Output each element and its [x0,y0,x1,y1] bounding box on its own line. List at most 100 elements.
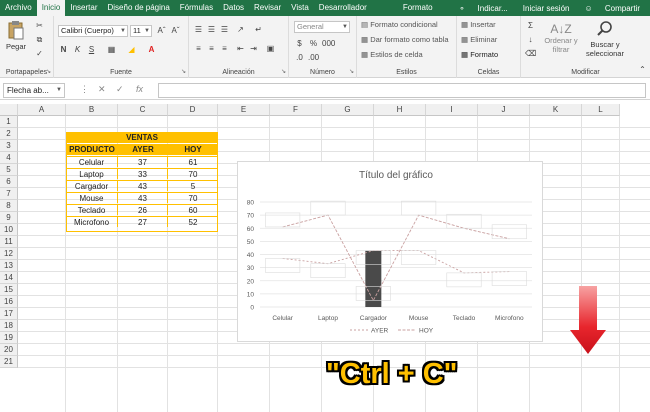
font-color-icon[interactable]: A [146,44,157,55]
tab-datos[interactable]: Datos [218,0,249,16]
cell-styles-button[interactable]: ▦ Estilos de celda [361,50,423,59]
clipboard-launcher-icon[interactable]: ↘ [46,68,51,75]
find-select-button[interactable]: Buscar y seleccionar [583,20,627,58]
row-header-19[interactable]: 19 [0,332,18,344]
row-header-10[interactable]: 10 [0,224,18,236]
line-chart[interactable]: Título del gráfico 0 10 20 30 40 50 60 70 80 Celul… [237,161,543,342]
row-header-21[interactable]: 21 [0,356,18,368]
insert-cells-button[interactable]: ▦ Insertar [461,20,496,29]
row-header-17[interactable]: 17 [0,308,18,320]
confirm-icon[interactable]: ✓ [116,84,124,95]
orientation-icon[interactable]: ↗ [235,24,246,35]
row-header-1[interactable]: 1 [0,116,18,128]
row-header-12[interactable]: 12 [0,248,18,260]
signin-link[interactable]: Iniciar sesión [518,4,575,13]
wrap-text-icon[interactable]: ↵ [253,24,264,35]
cancel-icon[interactable]: ✕ [98,84,106,95]
align-middle-icon[interactable]: ☰ [206,24,217,35]
tell-me-box[interactable]: ⚬ Indicar... [449,4,518,13]
align-bottom-icon[interactable]: ☰ [219,24,230,35]
function-icon[interactable]: fx [136,84,143,94]
decrease-indent-icon[interactable]: ⇤ [235,43,246,54]
align-center-icon[interactable]: ≡ [206,43,217,54]
tab-insertar[interactable]: Insertar [65,0,102,16]
decrease-font-icon[interactable]: Aˇ [170,25,181,36]
merge-center-icon[interactable]: ▣ [265,43,276,54]
align-right-icon[interactable]: ≡ [219,43,230,54]
name-box[interactable]: Flecha ab... ▼ [3,83,65,98]
tab-archivo[interactable]: Archivo [0,0,37,16]
column-header-a[interactable]: A [18,104,66,116]
thousands-icon[interactable]: 000 [322,38,335,49]
align-left-icon[interactable]: ≡ [193,43,204,54]
row-header-16[interactable]: 16 [0,296,18,308]
tab-desarrollador[interactable]: Desarrollador [314,0,372,16]
row-header-3[interactable]: 3 [0,140,18,152]
column-header-h[interactable]: H [374,104,426,116]
increase-font-icon[interactable]: Aˆ [156,25,167,36]
column-header-e[interactable]: E [218,104,270,116]
row-header-6[interactable]: 6 [0,176,18,188]
font-launcher-icon[interactable]: ↘ [181,68,186,75]
tab-diseno-pagina[interactable]: Diseño de página [103,0,175,16]
clear-icon[interactable]: ⌫ [525,48,536,59]
row-header-8[interactable]: 8 [0,200,18,212]
select-all-corner[interactable] [0,104,18,116]
copy-icon[interactable]: ⧉ [34,34,45,45]
row-header-15[interactable]: 15 [0,284,18,296]
fill-icon[interactable]: ↓ [525,34,536,45]
column-header-f[interactable]: F [270,104,322,116]
column-header-d[interactable]: D [168,104,218,116]
row-header-2[interactable]: 2 [0,128,18,140]
formula-input[interactable] [158,83,646,98]
alignment-launcher-icon[interactable]: ↘ [281,68,286,75]
row-header-9[interactable]: 9 [0,212,18,224]
table-format-button[interactable]: ▦ Dar formato como tabla [361,35,449,44]
format-painter-icon[interactable]: ✓ [34,48,45,59]
column-header-c[interactable]: C [118,104,168,116]
row-header-13[interactable]: 13 [0,260,18,272]
row-header-18[interactable]: 18 [0,320,18,332]
row-header-11[interactable]: 11 [0,236,18,248]
font-name-select[interactable]: Calibri (Cuerpo) ▼ [58,25,128,37]
column-header-k[interactable]: K [530,104,582,116]
row-header-4[interactable]: 4 [0,152,18,164]
sort-filter-button[interactable]: A↓Z Ordenar y filtrar [541,22,581,54]
tab-vista[interactable]: Vista [286,0,314,16]
tab-formulas[interactable]: Fórmulas [175,0,218,16]
row-header-7[interactable]: 7 [0,188,18,200]
column-header-b[interactable]: B [66,104,118,116]
tab-inicio[interactable]: Inicio [36,0,66,16]
increase-indent-icon[interactable]: ⇥ [248,43,259,54]
decrease-decimal-icon[interactable]: .00 [308,52,319,63]
column-header-g[interactable]: G [322,104,374,116]
autosum-icon[interactable]: Σ [525,20,536,31]
collapse-ribbon-icon[interactable]: ⌃ [637,64,648,75]
borders-icon[interactable]: ▦ [106,44,117,55]
cut-icon[interactable]: ✂ [34,20,45,31]
column-header-j[interactable]: J [478,104,530,116]
delete-cells-button[interactable]: ▦ Eliminar [461,35,497,44]
italic-icon[interactable]: K [72,44,83,55]
align-top-icon[interactable]: ☰ [193,24,204,35]
tab-formato-contextual[interactable]: Formato [398,0,438,16]
fill-color-icon[interactable]: ◢ [126,44,137,55]
row-header-20[interactable]: 20 [0,344,18,356]
paste-button[interactable]: Pegar [3,20,29,51]
number-launcher-icon[interactable]: ↘ [349,68,354,75]
currency-icon[interactable]: $ [294,38,305,49]
bold-icon[interactable]: N [58,44,69,55]
column-header-l[interactable]: L [582,104,620,116]
share-button[interactable]: ☺ Compartir [574,4,650,13]
format-cells-button[interactable]: ▦ Formato [461,50,498,59]
row-header-5[interactable]: 5 [0,164,18,176]
font-size-select[interactable]: 11 ▼ [130,25,152,37]
number-format-select[interactable]: General ▼ [294,21,350,33]
row-header-14[interactable]: 14 [0,272,18,284]
increase-decimal-icon[interactable]: .0 [294,52,305,63]
conditional-format-button[interactable]: ▤ Formato condicional [361,20,438,29]
percent-icon[interactable]: % [308,38,319,49]
column-header-i[interactable]: I [426,104,478,116]
underline-icon[interactable]: S [86,44,97,55]
tab-revisar[interactable]: Revisar [249,0,286,16]
